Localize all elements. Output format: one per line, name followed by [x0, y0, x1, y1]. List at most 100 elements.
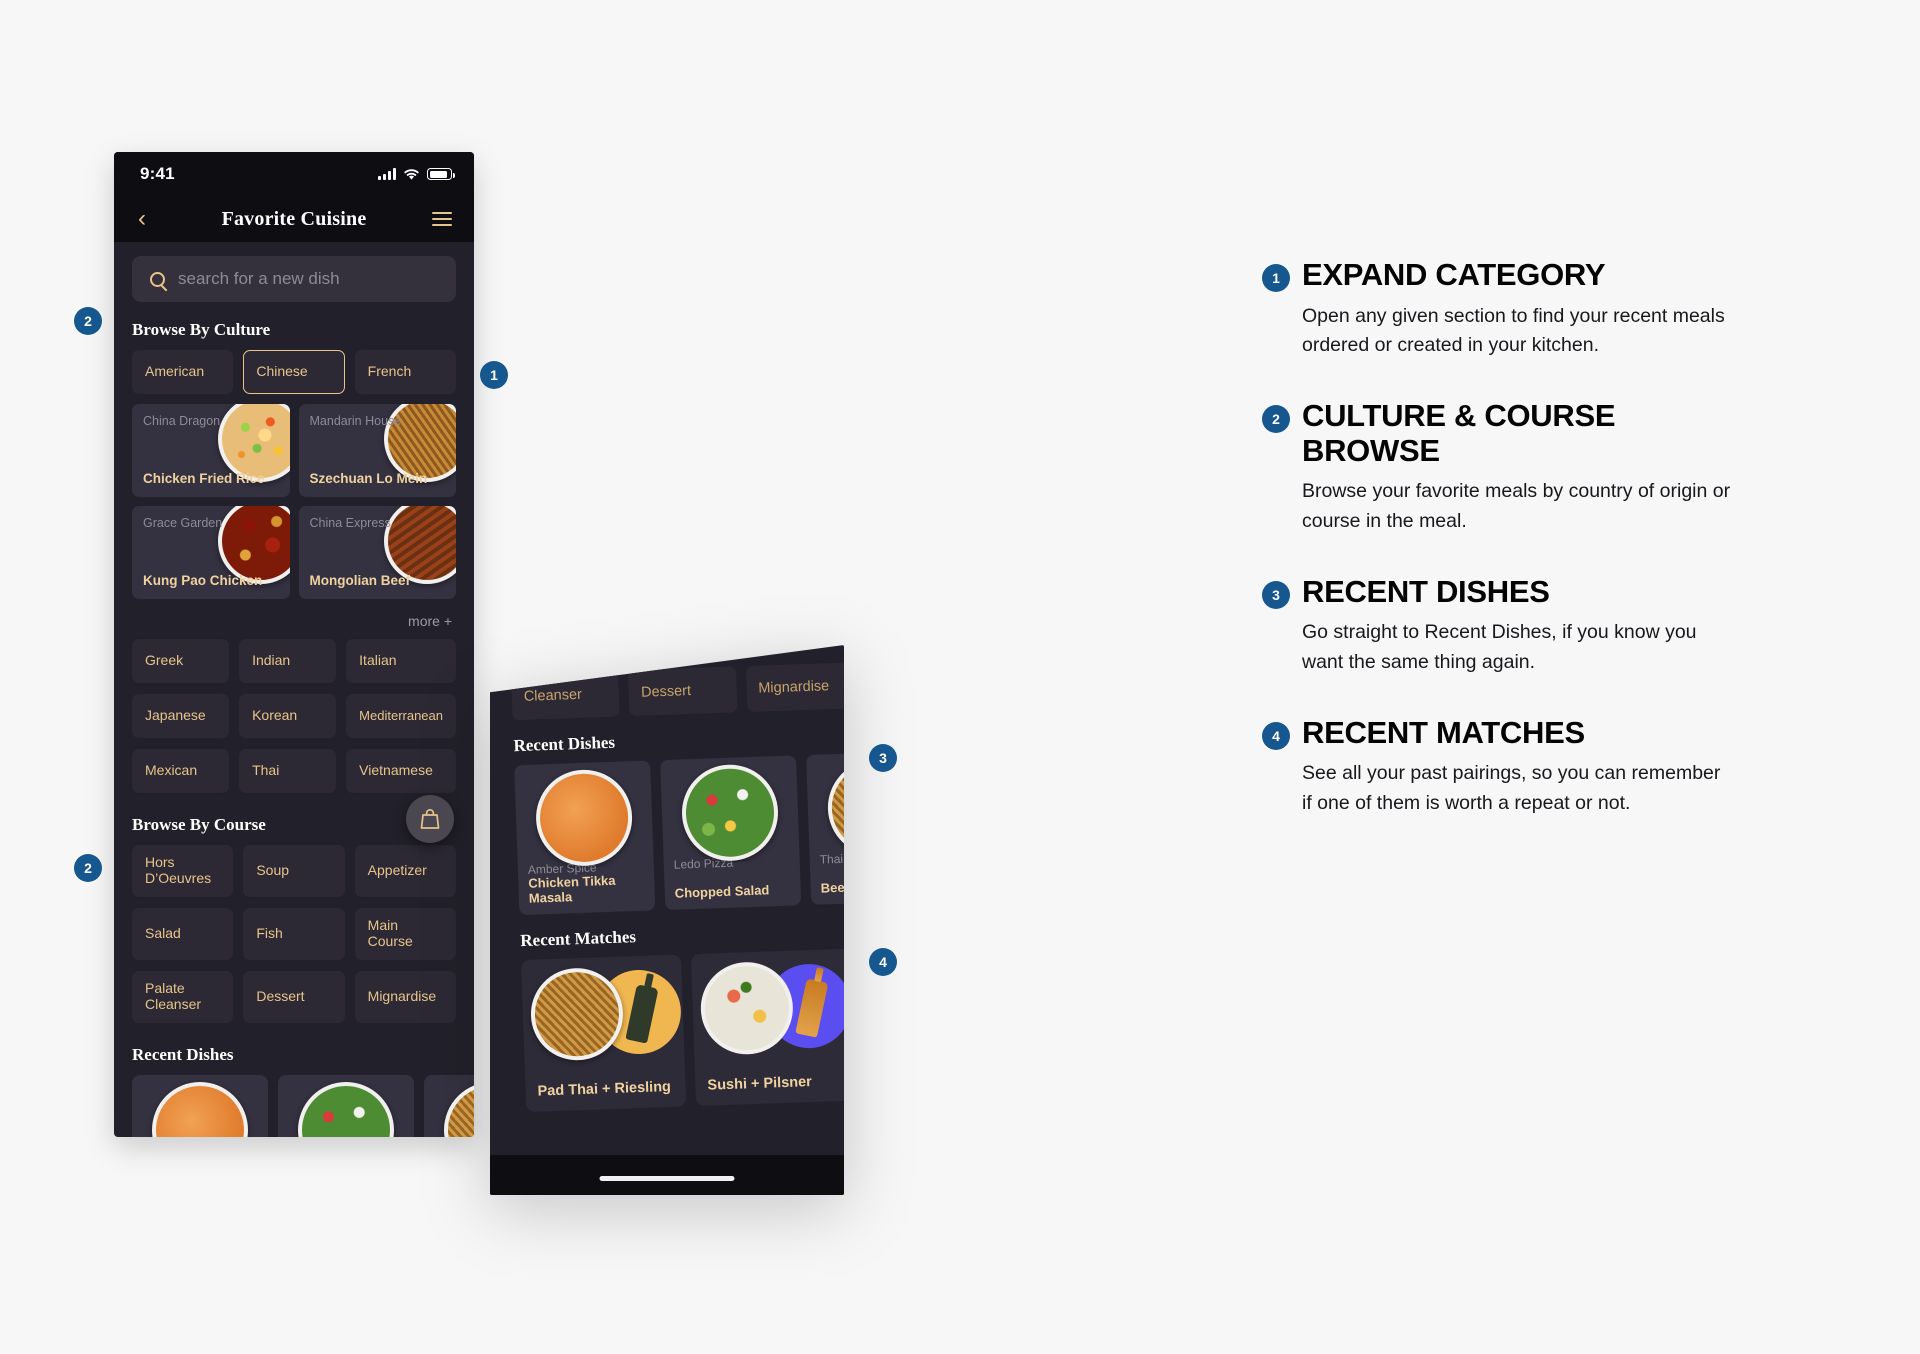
callout-note-2: 2 Culture & Course Browse Browse your fa… [1262, 397, 1732, 537]
dish-name: Chopped Salad [674, 882, 770, 901]
status-bar-indicators [378, 168, 455, 181]
callout-marker-2a[interactable]: 2 [74, 307, 102, 335]
course-chip-salad[interactable]: Salad [132, 908, 234, 960]
callout-marker-1[interactable]: 1 [480, 361, 508, 389]
course-chip-main-course[interactable]: Main Course [354, 908, 456, 960]
chopped-salad-photo [665, 761, 794, 865]
hamburger-menu-icon[interactable] [432, 212, 452, 226]
home-indicator [599, 1176, 735, 1181]
dish-card[interactable]: China Express Mongolian Beef [298, 506, 456, 599]
course-chip-mignardise[interactable]: Mignardise [354, 971, 456, 1023]
recent-dish-card[interactable]: Thai at Beef Pad Th [806, 750, 844, 905]
chip-label: Italian [359, 652, 397, 669]
dish-card[interactable]: China Dragon Chicken Fried Rice [132, 404, 290, 497]
more-link[interactable]: more + [132, 599, 456, 639]
chip-label: Hors D’Oeuvres [145, 854, 212, 886]
course-chip-grid: Hors D’Oeuvres Soup Appetizer Salad Fish… [132, 845, 456, 1023]
chip-label: French [367, 363, 412, 380]
course-chip-hors-doeuvres[interactable]: Hors D’Oeuvres [132, 845, 234, 897]
course-chip-appetizer[interactable]: Appetizer [354, 845, 456, 897]
screenshot-canvas: 9:41 ‹ Favorite Cuisine search for a new… [0, 0, 1920, 1354]
search-icon [150, 271, 165, 287]
note-badge-2: 2 [1262, 404, 1290, 433]
callout-marker-3[interactable]: 3 [869, 744, 897, 772]
note-body: Go straight to Recent Dishes, if you kno… [1302, 621, 1697, 673]
recent-matches-heading: Recent Matches [520, 927, 637, 951]
culture-top-chip-row: American Chinese French [132, 350, 456, 394]
status-bar: 9:41 [114, 152, 474, 196]
search-input[interactable]: search for a new dish [132, 256, 456, 302]
dish-restaurant: Grace Garden [143, 516, 223, 530]
course-chip-fish[interactable]: Fish [243, 908, 345, 960]
culture-chip-thai[interactable]: Thai [239, 749, 337, 793]
cellular-bars-icon [378, 168, 396, 180]
detail-scroll-area: Cleanser Dessert Mignardise Recent Dishe… [490, 645, 844, 1113]
main-scroll-area: search for a new dish Browse By Culture … [114, 242, 474, 1137]
callout-note-3: 3 Recent Dishes Go straight to Recent Di… [1262, 573, 1732, 678]
note-badge-4: 4 [1262, 721, 1290, 750]
chip-label: American [145, 363, 205, 380]
recent-dish-card[interactable]: Ledo Pizza Chopped Salad [660, 755, 802, 911]
dish-restaurant: Thai at [819, 851, 844, 867]
note-title: Recent Dishes [1302, 573, 1550, 609]
note-title: Culture & Course Browse [1302, 397, 1616, 468]
culture-chip-greek[interactable]: Greek [132, 639, 230, 683]
dish-name: Mongolian Beef [309, 573, 411, 589]
wifi-icon [404, 168, 419, 180]
course-chip-palate-cleanser[interactable]: Cleanser [511, 670, 620, 721]
phone-mockup-detail: Cleanser Dessert Mignardise Recent Dishe… [490, 645, 844, 1195]
match-label: Sushi + Pilsner [707, 1074, 813, 1094]
status-bar-time: 9:41 [140, 164, 175, 183]
recent-dish-card[interactable]: Amber Spice Chicken Tikka Masala [514, 760, 656, 916]
culture-chip-mexican[interactable]: Mexican [132, 749, 230, 793]
note-body: Open any given section to find your rece… [1302, 304, 1725, 357]
chip-label: Cleanser [523, 686, 583, 705]
note-body: Browse your favorite meals by country of… [1302, 480, 1731, 533]
nav-bar: ‹ Favorite Cuisine [114, 196, 474, 242]
chip-label: Salad [145, 925, 181, 942]
chip-label: Thai [252, 762, 280, 779]
phone-mockup-main: 9:41 ‹ Favorite Cuisine search for a new… [114, 152, 474, 1137]
match-card[interactable]: Sushi + Pilsner [690, 948, 844, 1107]
browse-by-culture-heading: Browse By Culture [132, 320, 271, 339]
course-chip-dessert[interactable]: Dessert [243, 971, 345, 1023]
page-title: Favorite Cuisine [221, 207, 367, 230]
dish-name: Chicken Tikka Masala [528, 872, 616, 906]
chip-label: Indian [252, 652, 291, 669]
chip-label: Fish [256, 925, 283, 942]
dish-card[interactable]: Grace Garden Kung Pao Chicken [132, 506, 290, 599]
culture-chip-japanese[interactable]: Japanese [132, 694, 230, 738]
callout-marker-4[interactable]: 4 [869, 948, 897, 976]
dish-card[interactable]: Mandarin House Szechuan Lo Mein [298, 404, 456, 497]
course-chip-dessert[interactable]: Dessert [628, 666, 738, 717]
match-card[interactable]: Pad Thai + Riesling [521, 954, 687, 1113]
chip-label: Korean [252, 707, 298, 724]
chip-label: Appetizer [367, 862, 427, 879]
culture-chip-korean[interactable]: Korean [239, 694, 337, 738]
chip-label: Greek [145, 652, 184, 669]
callout-note-4: 4 Recent Matches See all your past pairi… [1262, 715, 1732, 819]
course-chip-mignardise[interactable]: Mignardise [745, 662, 844, 713]
culture-chip-indian[interactable]: Indian [239, 639, 337, 683]
course-chip-soup[interactable]: Soup [243, 845, 345, 897]
culture-chip-vietnamese[interactable]: Vietnamese [346, 749, 456, 793]
callout-marker-2b[interactable]: 2 [74, 854, 102, 882]
culture-chip-american[interactable]: American [132, 350, 234, 394]
course-chip-palate-cleanser[interactable]: Palate Cleanser [132, 971, 234, 1023]
note-title: Expand Category [1302, 257, 1606, 292]
shopping-bag-icon [420, 809, 440, 829]
shopping-bag-button[interactable] [406, 795, 454, 843]
culture-chip-mediterranean[interactable]: Mediterranean [346, 694, 456, 738]
culture-chip-french[interactable]: French [354, 350, 456, 394]
chip-label: Soup [256, 862, 290, 879]
recent-matches-row: Pad Thai + Riesling Sushi + Pilsner [521, 948, 844, 1113]
recent-dishes-heading: Recent Dishes [513, 732, 616, 756]
culture-chip-chinese[interactable]: Chinese [243, 350, 345, 394]
dish-name: Beef Pad Th [820, 878, 844, 896]
note-badge-1: 1 [1262, 264, 1290, 292]
course-chip-row-partial: Cleanser Dessert Mignardise [511, 662, 844, 721]
culture-chip-italian[interactable]: Italian [346, 639, 456, 683]
dish-name: Kung Pao Chicken [143, 573, 263, 589]
dish-restaurant: Mandarin House [309, 414, 402, 428]
recent-dishes-row: Amber Spice Chicken Tikka Masala Ledo Pi… [514, 750, 844, 916]
